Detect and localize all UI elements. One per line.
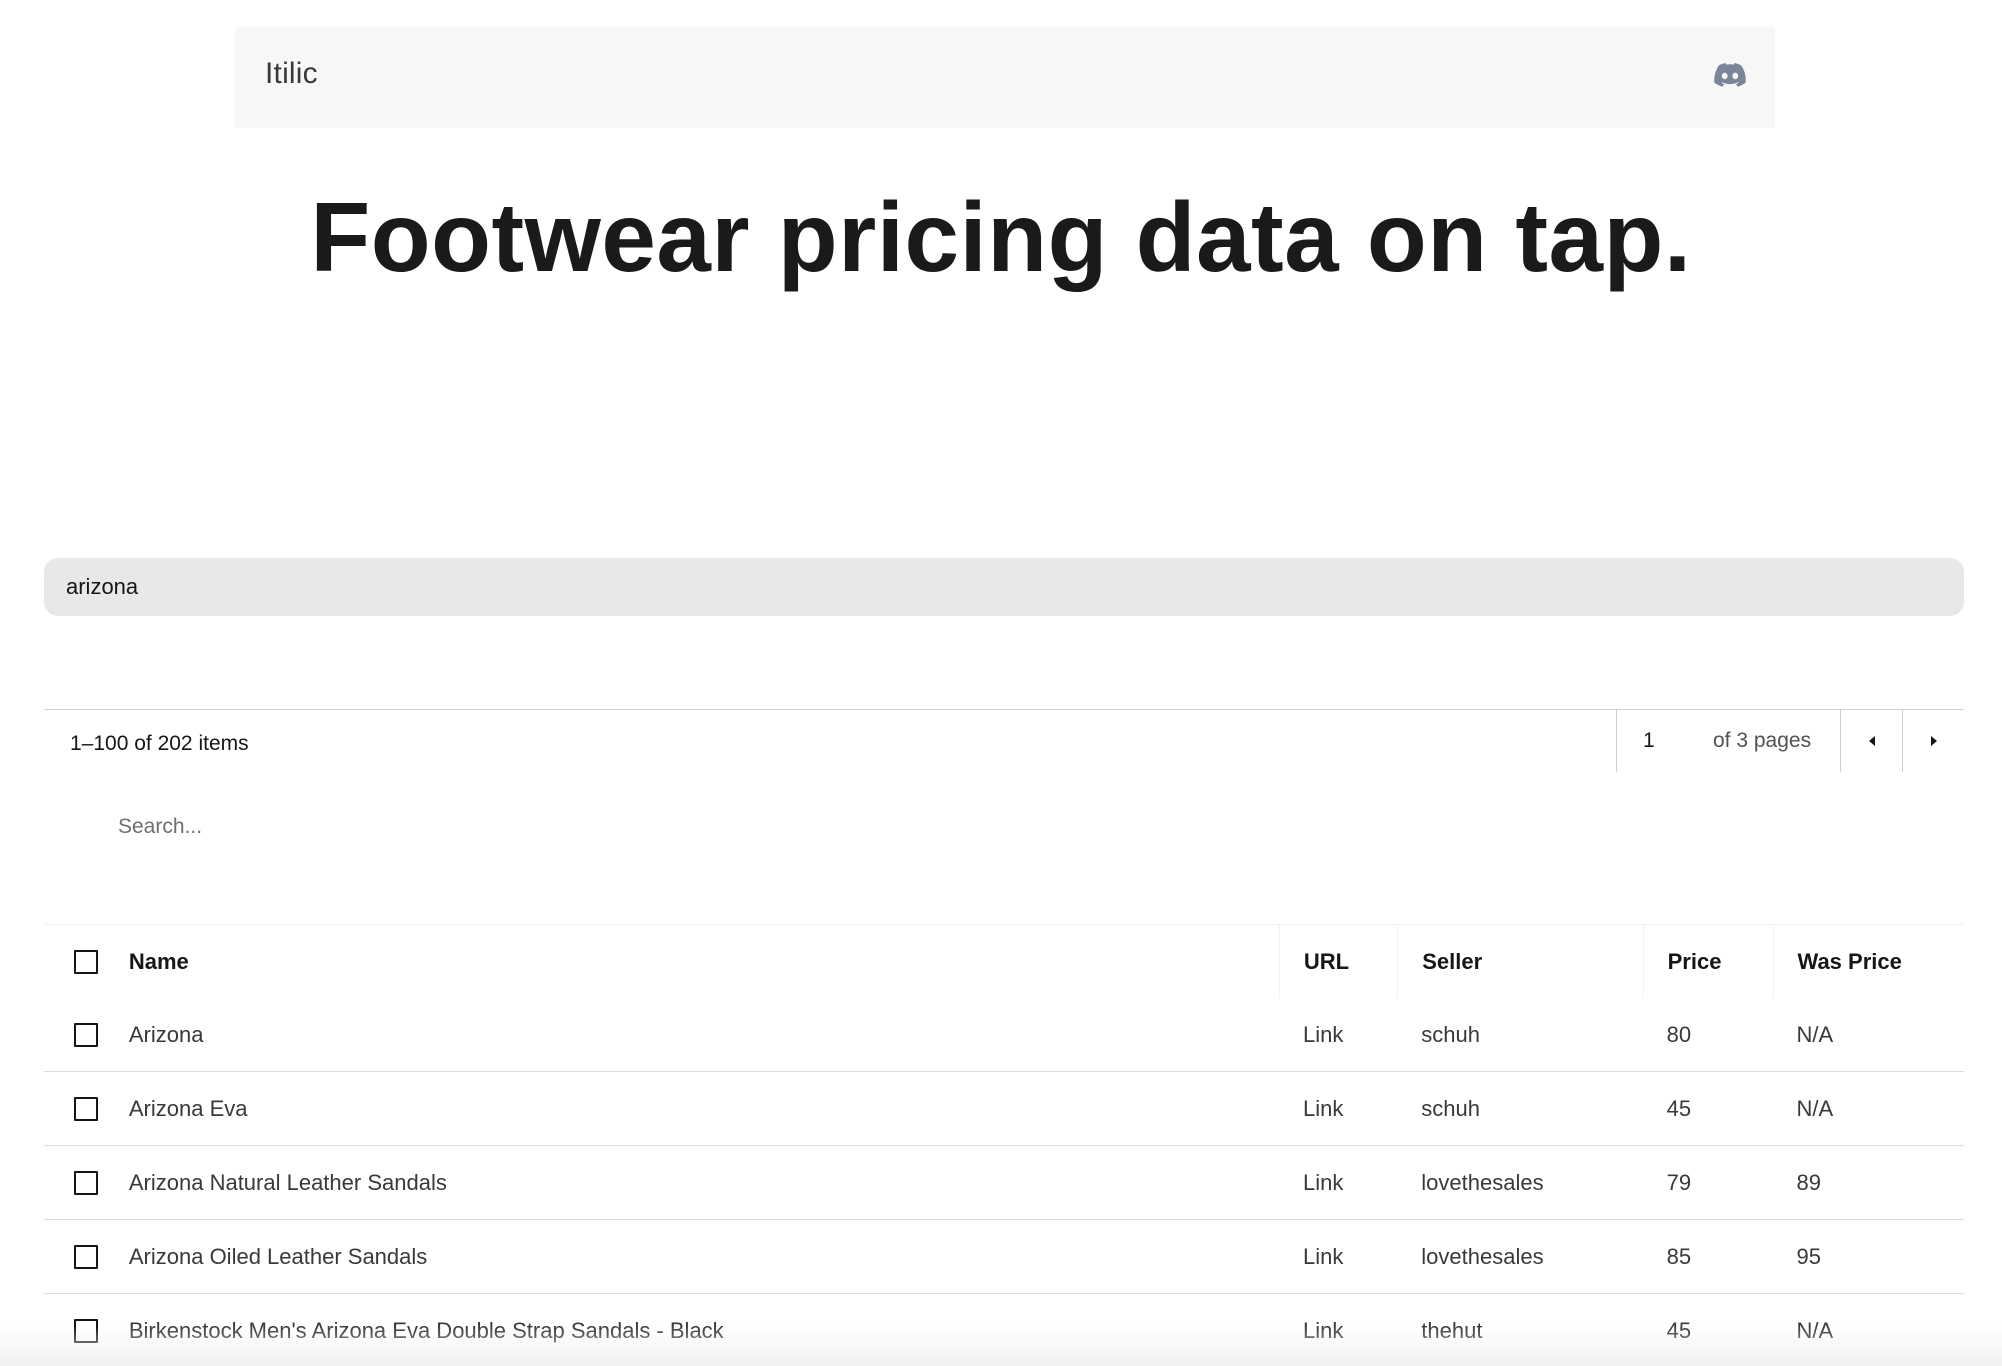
cell-price: 79 [1666, 1169, 1692, 1195]
current-page-number[interactable]: 1 [1643, 729, 1707, 753]
pagination-bar: 1–100 of 202 items 1 of 3 pages [44, 709, 1964, 772]
cell-url-link[interactable]: Link [1279, 1244, 1397, 1270]
hero-title: Footwear pricing data on tap. [310, 182, 1692, 292]
row-checkbox[interactable] [74, 1244, 98, 1269]
page-select[interactable]: 1 of 3 pages [1616, 710, 1840, 772]
cell-price: 80 [1666, 1021, 1692, 1047]
cell-url-link[interactable]: Link [1279, 1096, 1397, 1122]
caret-right-icon [1930, 736, 1937, 746]
column-header-url[interactable]: URL [1278, 924, 1397, 999]
top-nav-bar: Itilic [235, 27, 1775, 128]
results-table: Name URL Seller Price Was Price Arizona … [44, 924, 1964, 1366]
cell-name: Birkenstock Men's Arizona Eva Double Str… [128, 1317, 724, 1343]
table-row: Arizona Eva Link schuh 45 N/A [44, 1072, 1964, 1146]
discord-icon[interactable] [1713, 61, 1747, 89]
table-row: Birkenstock Men's Arizona Eva Double Str… [44, 1294, 1964, 1366]
select-all-checkbox[interactable] [74, 949, 98, 974]
cell-name: Arizona Natural Leather Sandals [128, 1169, 447, 1195]
row-checkbox[interactable] [74, 1096, 98, 1121]
column-header-name[interactable]: Name [129, 949, 1279, 975]
table-row: Arizona Oiled Leather Sandals Link lovet… [44, 1220, 1964, 1294]
cell-name: Arizona [128, 1021, 204, 1047]
table-row: Arizona Link schuh 80 N/A [44, 998, 1964, 1072]
cell-seller: lovethesales [1421, 1169, 1544, 1195]
brand-logo[interactable]: Itilic [265, 57, 318, 91]
next-page-button[interactable] [1902, 710, 1964, 772]
column-header-price[interactable]: Price [1642, 924, 1773, 999]
cell-was-price: N/A [1796, 1095, 1834, 1121]
cell-was-price: N/A [1796, 1021, 1834, 1047]
total-pages-label: of 3 pages [1713, 729, 1812, 752]
column-header-was-price[interactable]: Was Price [1772, 924, 1964, 999]
cell-url-link[interactable]: Link [1279, 1022, 1397, 1048]
row-checkbox[interactable] [74, 1170, 98, 1195]
cell-was-price: N/A [1796, 1317, 1834, 1343]
cell-seller: lovethesales [1421, 1243, 1544, 1269]
cell-url-link[interactable]: Link [1279, 1170, 1397, 1196]
cell-price: 45 [1666, 1095, 1692, 1121]
main-search-input[interactable] [44, 558, 1964, 616]
row-checkbox[interactable] [74, 1318, 98, 1343]
caret-left-icon [1868, 736, 1875, 746]
cell-was-price: 89 [1796, 1169, 1822, 1195]
cell-was-price: 95 [1796, 1243, 1822, 1269]
cell-seller: schuh [1421, 1021, 1481, 1047]
table-search-input[interactable] [118, 812, 718, 842]
column-header-seller[interactable]: Seller [1397, 924, 1642, 999]
page-controls: 1 of 3 pages [1616, 710, 1964, 772]
cell-name: Arizona Eva [128, 1095, 248, 1121]
cell-name: Arizona Oiled Leather Sandals [128, 1243, 428, 1269]
cell-seller: schuh [1421, 1095, 1481, 1121]
items-count-label: 1–100 of 202 items [70, 732, 249, 755]
cell-seller: thehut [1421, 1317, 1483, 1343]
cell-url-link[interactable]: Link [1279, 1318, 1397, 1344]
table-row: Arizona Natural Leather Sandals Link lov… [44, 1146, 1964, 1220]
cell-price: 45 [1666, 1317, 1692, 1343]
previous-page-button[interactable] [1840, 710, 1902, 772]
table-header-row: Name URL Seller Price Was Price [44, 924, 1964, 999]
page: Itilic Footwear pricing data on tap. 1–1… [0, 0, 2002, 1366]
row-checkbox[interactable] [74, 1022, 98, 1047]
cell-price: 85 [1666, 1243, 1692, 1269]
